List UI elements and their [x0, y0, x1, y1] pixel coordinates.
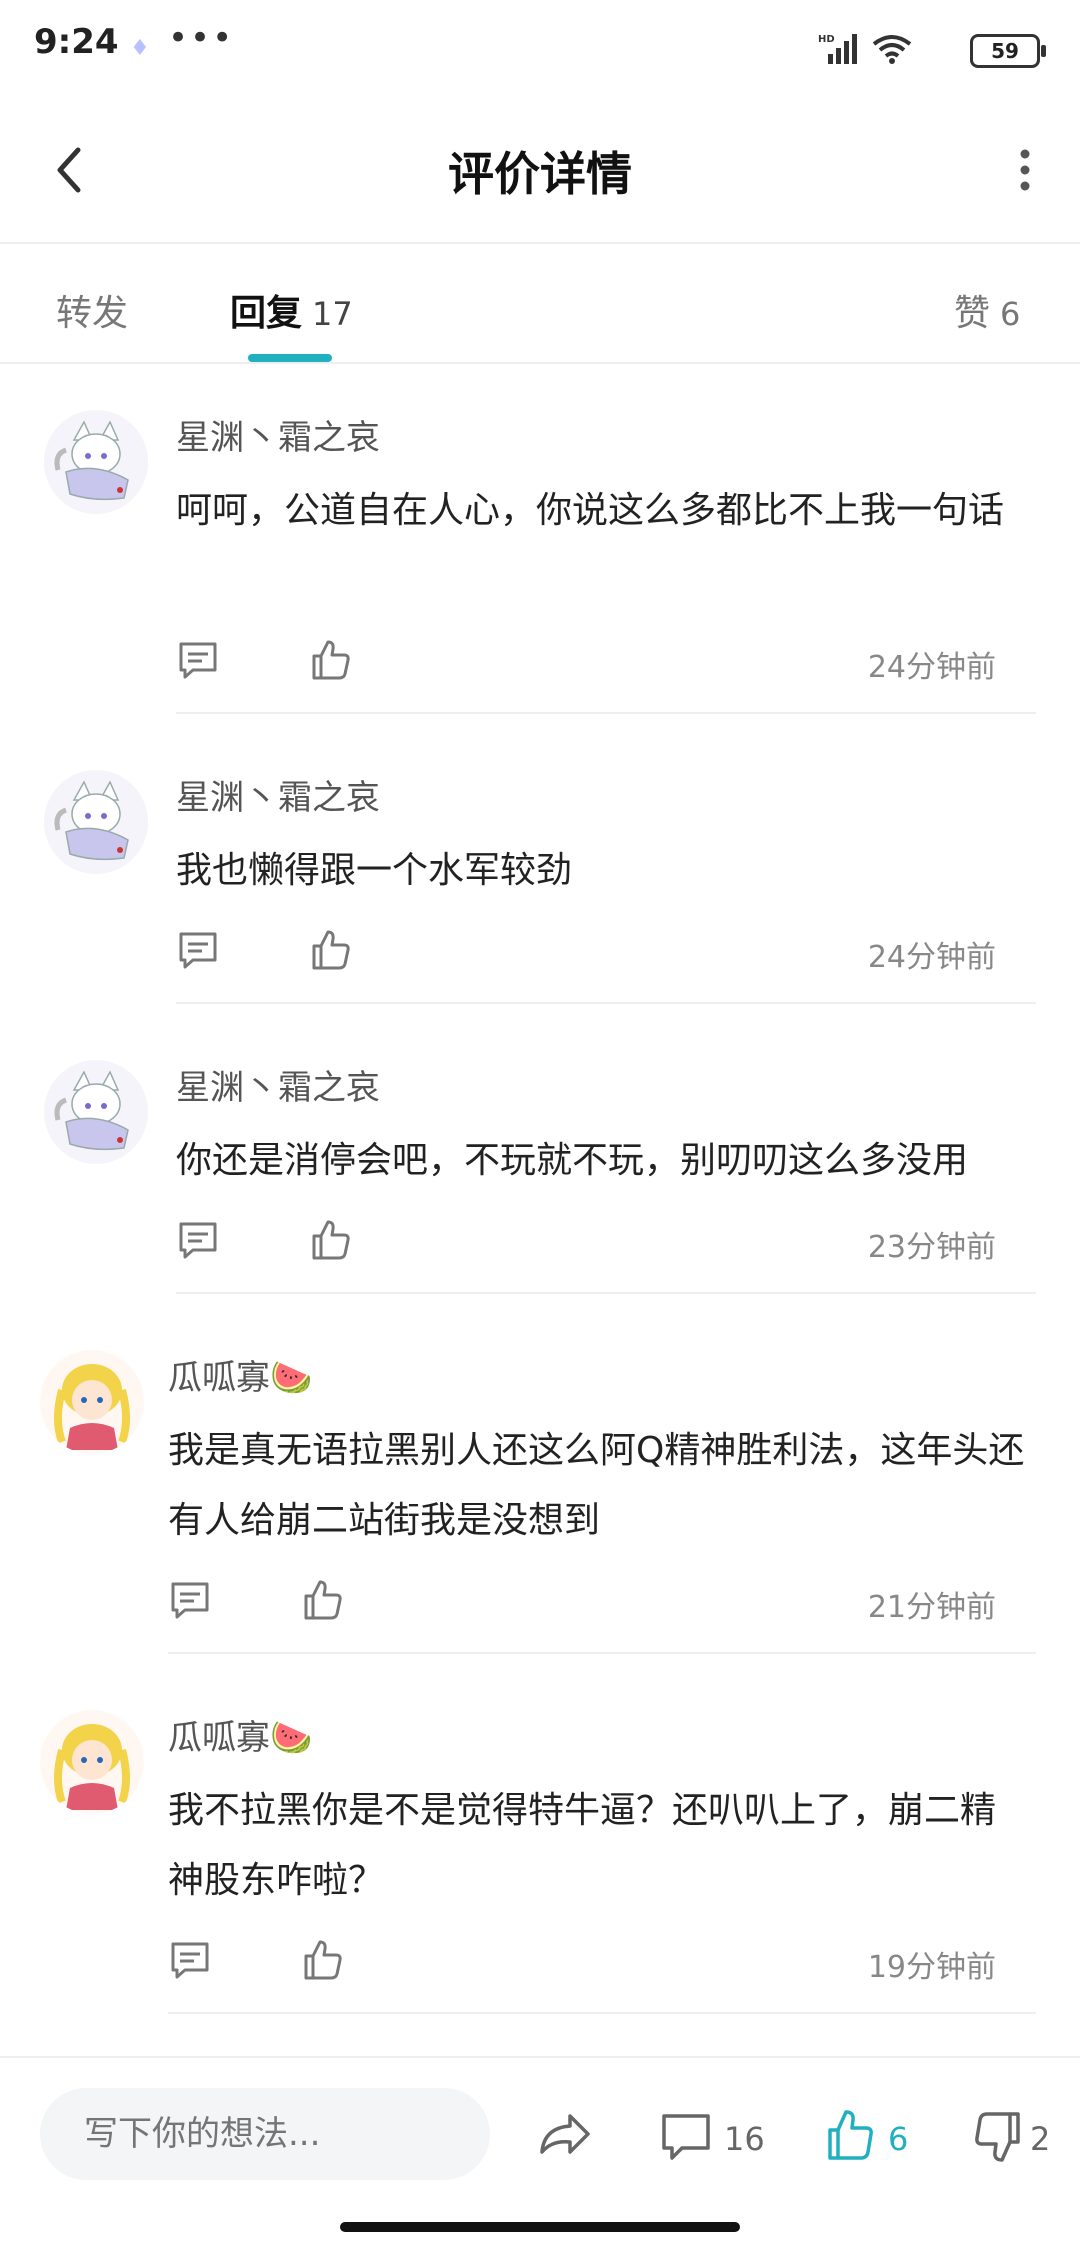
- reply-icon[interactable]: [176, 928, 220, 972]
- comment-text: 呵呵，公道自在人心，你说这么多都比不上我一句话: [176, 490, 1005, 531]
- comment-username[interactable]: 星渊丶霜之哀: [176, 1060, 380, 1109]
- avatar[interactable]: [44, 770, 148, 874]
- divider: [176, 712, 1036, 714]
- bottom-action-bar: 16 6 2: [0, 2056, 1080, 2208]
- comment-username[interactable]: 星渊丶霜之哀: [176, 770, 380, 819]
- home-indicator[interactable]: [340, 2222, 740, 2232]
- comment-time: 21分钟前: [867, 1590, 996, 1625]
- reply-icon[interactable]: [168, 1938, 212, 1982]
- comment-time: 19分钟前: [867, 1950, 996, 1985]
- comment-text: 你还是消停会吧，不玩就不玩，别叨叨这么多没用: [176, 1140, 969, 1181]
- reply-icon[interactable]: [168, 1578, 212, 1622]
- avatar[interactable]: [44, 1060, 148, 1164]
- divider: [168, 2012, 1036, 2014]
- comment-input[interactable]: [40, 2088, 490, 2180]
- comment-text: 我不拉黑你是不是觉得特牛逼？还叭叭上了，崩二精神股东咋啦？: [168, 1790, 997, 1901]
- signal-icon: HD: [818, 34, 857, 64]
- like-icon[interactable]: [308, 1218, 352, 1262]
- more-vertical-icon[interactable]: [1000, 138, 1050, 202]
- comment-text: 我是真无语拉黑别人还这么阿Q精神胜利法，这年头还有人给崩二站街我是没想到: [168, 1430, 1025, 1541]
- tab-forward[interactable]: 转发: [56, 284, 128, 336]
- page-title: 评价详情: [448, 147, 632, 201]
- like-icon[interactable]: [300, 1938, 344, 1982]
- tab-count: 17: [312, 295, 353, 333]
- divider: [176, 1292, 1036, 1294]
- comment-text: 我也懒得跟一个水军较劲: [176, 850, 573, 891]
- like-icon[interactable]: [300, 1578, 344, 1622]
- avatar[interactable]: [40, 1710, 144, 1814]
- wifi-icon: [872, 35, 912, 64]
- tab-replies[interactable]: 回复 17: [230, 284, 353, 336]
- comment-time: 24分钟前: [867, 650, 996, 685]
- comment-time: 24分钟前: [867, 940, 996, 975]
- comment-username[interactable]: 瓜呱寡🍉: [168, 1350, 312, 1399]
- app-header: 评价详情: [0, 100, 1080, 244]
- svg-text:HD: HD: [818, 34, 835, 45]
- dislike-count: 2: [1030, 2120, 1051, 2158]
- share-icon[interactable]: [536, 2106, 592, 2166]
- like-icon[interactable]: [824, 2106, 876, 2166]
- dislike-icon[interactable]: [972, 2106, 1024, 2166]
- tab-label: 转发: [56, 293, 129, 334]
- like-icon[interactable]: [308, 638, 352, 682]
- tab-label: 回复: [230, 293, 303, 334]
- battery-icon: 59: [970, 34, 1046, 68]
- notification-icon: ♦: [130, 36, 150, 61]
- like-icon[interactable]: [308, 928, 352, 972]
- reply-icon[interactable]: [176, 1218, 220, 1262]
- comment-time: 23分钟前: [867, 1230, 996, 1265]
- avatar[interactable]: [40, 1350, 144, 1454]
- tab-likes[interactable]: 赞6: [954, 284, 1020, 336]
- comment-count: 16: [724, 2120, 765, 2158]
- status-bar: 9:24 ♦ ••• HD 59: [0, 0, 1080, 100]
- tab-label: 赞: [954, 293, 991, 334]
- avatar[interactable]: [44, 410, 148, 514]
- status-time: 9:24: [34, 22, 119, 62]
- status-more-icon: •••: [168, 18, 235, 58]
- comment-username[interactable]: 瓜呱寡🍉: [168, 1710, 312, 1759]
- active-tab-indicator: [248, 354, 332, 362]
- comment-icon[interactable]: [660, 2106, 712, 2166]
- tab-bar: 转发 回复 17 赞6: [0, 244, 1080, 364]
- tab-count: 6: [1000, 295, 1021, 333]
- like-count: 6: [888, 2120, 909, 2158]
- reply-icon[interactable]: [176, 638, 220, 682]
- divider: [168, 1652, 1036, 1654]
- divider: [176, 1002, 1036, 1004]
- comment-username[interactable]: 星渊丶霜之哀: [176, 410, 380, 459]
